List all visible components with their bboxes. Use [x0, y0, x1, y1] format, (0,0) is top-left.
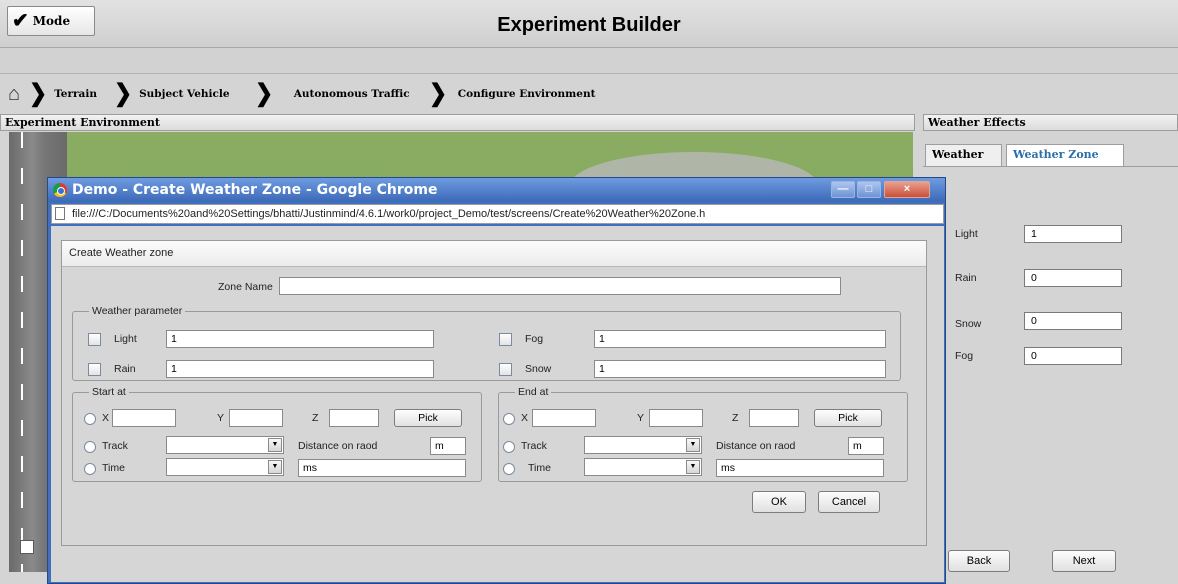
tab-weather[interactable]: Weather	[925, 144, 1002, 166]
breadcrumb-configure-environment[interactable]: Configure Environment	[458, 88, 596, 100]
start-time-select[interactable]: ▼	[166, 458, 284, 476]
environment-checkbox[interactable]	[20, 540, 34, 554]
breadcrumb: ⌂ ❯ Terrain ❯ Subject Vehicle ❯ Autonomo…	[0, 74, 1178, 114]
end-x-label: X	[521, 412, 529, 424]
toolbar-band	[0, 48, 1178, 74]
end-track-select[interactable]: ▼	[584, 436, 702, 454]
start-time-label: Time	[102, 462, 125, 474]
start-at-legend: Start at	[89, 386, 129, 398]
start-xyz-radio[interactable]	[84, 413, 96, 425]
end-time-input[interactable]: ms	[716, 459, 884, 477]
page-icon	[55, 207, 65, 220]
end-time-select[interactable]: ▼	[584, 458, 702, 476]
end-track-label: Track	[521, 440, 547, 452]
weather-panel: Weather Effects Weather Weather Zone Lig…	[923, 114, 1178, 584]
chevron-right-icon: ❯	[113, 80, 133, 107]
form-title: Create Weather zone	[62, 241, 926, 267]
end-x-input[interactable]	[532, 409, 596, 427]
breadcrumb-terrain[interactable]: Terrain	[54, 88, 97, 100]
start-x-input[interactable]	[112, 409, 176, 427]
dialog-title: Demo - Create Weather Zone - Google Chro…	[48, 178, 945, 202]
home-icon[interactable]: ⌂	[8, 83, 20, 106]
maximize-button[interactable]: □	[857, 181, 881, 198]
dropdown-arrow-icon: ▼	[268, 460, 282, 474]
chrome-icon	[53, 183, 67, 197]
end-distance-input[interactable]: m	[848, 437, 884, 455]
end-pick-button[interactable]: Pick	[814, 409, 882, 427]
weather-effects-header: Weather Effects	[923, 114, 1178, 131]
app-title: Experiment Builder	[497, 14, 681, 36]
next-button[interactable]: Next	[1052, 550, 1116, 572]
breadcrumb-subject-vehicle[interactable]: Subject Vehicle	[139, 88, 230, 100]
light-checkbox[interactable]	[88, 333, 101, 346]
end-y-label: Y	[637, 412, 645, 424]
zone-name-label: Zone Name	[218, 281, 273, 293]
end-xyz-radio[interactable]	[503, 413, 515, 425]
light-param-input[interactable]: 1	[166, 330, 434, 348]
fog-input[interactable]: 0	[1024, 347, 1122, 365]
zone-name-input[interactable]	[279, 277, 841, 295]
title-bar: ✔ Mode Experiment Builder	[0, 0, 1178, 48]
chevron-right-icon: ❯	[428, 80, 447, 107]
start-z-input[interactable]	[329, 409, 379, 427]
start-y-input[interactable]	[229, 409, 283, 427]
rain-input[interactable]: 0	[1024, 269, 1122, 287]
weather-parameter-legend: Weather parameter	[89, 305, 186, 317]
dialog-body: Create Weather zone Zone Name Weather pa…	[51, 226, 944, 582]
chevron-right-icon: ❯	[254, 80, 273, 107]
snow-checkbox[interactable]	[499, 363, 512, 376]
fog-param-label: Fog	[525, 333, 544, 345]
snow-input[interactable]: 0	[1024, 312, 1122, 330]
dropdown-arrow-icon: ▼	[686, 460, 700, 474]
fog-param-input[interactable]: 1	[594, 330, 886, 348]
start-y-label: Y	[217, 412, 225, 424]
light-input[interactable]: 1	[1024, 225, 1122, 243]
start-track-select[interactable]: ▼	[166, 436, 284, 454]
rain-label: Rain	[955, 272, 977, 284]
end-time-radio[interactable]	[503, 463, 515, 475]
rain-param-label: Rain	[114, 363, 136, 375]
start-x-label: X	[102, 412, 110, 424]
dropdown-arrow-icon: ▼	[268, 438, 282, 452]
start-distance-label: Distance on raod	[298, 440, 378, 452]
cancel-button[interactable]: Cancel	[818, 491, 880, 513]
tab-divider	[923, 166, 1178, 167]
back-button[interactable]: Back	[948, 550, 1010, 572]
end-time-label: Time	[528, 462, 551, 474]
light-label: Light	[955, 228, 978, 240]
end-z-label: Z	[732, 412, 739, 424]
start-pick-button[interactable]: Pick	[394, 409, 462, 427]
rain-param-input[interactable]: 1	[166, 360, 434, 378]
breadcrumb-autonomous-traffic[interactable]: Autonomous Traffic	[294, 88, 410, 100]
fog-label: Fog	[955, 350, 974, 362]
end-z-input[interactable]	[749, 409, 799, 427]
snow-label: Snow	[955, 318, 982, 330]
start-track-radio[interactable]	[84, 441, 96, 453]
end-at-legend: End at	[515, 386, 552, 398]
light-param-label: Light	[114, 333, 137, 345]
close-button[interactable]: ×	[884, 181, 930, 198]
ok-button[interactable]: OK	[752, 491, 806, 513]
start-track-label: Track	[102, 440, 128, 452]
snow-param-label: Snow	[525, 363, 552, 375]
start-time-input[interactable]: ms	[298, 459, 466, 477]
minimize-button[interactable]: —	[831, 181, 855, 198]
start-distance-input[interactable]: m	[430, 437, 466, 455]
environment-header: Experiment Environment	[0, 114, 915, 131]
end-y-input[interactable]	[649, 409, 703, 427]
dropdown-arrow-icon: ▼	[686, 438, 700, 452]
chevron-right-icon: ❯	[29, 80, 48, 107]
snow-param-input[interactable]: 1	[594, 360, 886, 378]
end-track-radio[interactable]	[503, 441, 515, 453]
start-z-label: Z	[312, 412, 319, 424]
tab-weather-zone[interactable]: Weather Zone	[1006, 144, 1124, 166]
start-time-radio[interactable]	[84, 463, 96, 475]
address-bar[interactable]: file:///C:/Documents%20and%20Settings/bh…	[51, 204, 944, 224]
fog-checkbox[interactable]	[499, 333, 512, 346]
end-distance-label: Distance on raod	[716, 440, 796, 452]
weather-zone-form: Create Weather zone Zone Name Weather pa…	[61, 240, 927, 546]
create-weather-zone-dialog: Demo - Create Weather Zone - Google Chro…	[47, 177, 946, 584]
rain-checkbox[interactable]	[88, 363, 101, 376]
